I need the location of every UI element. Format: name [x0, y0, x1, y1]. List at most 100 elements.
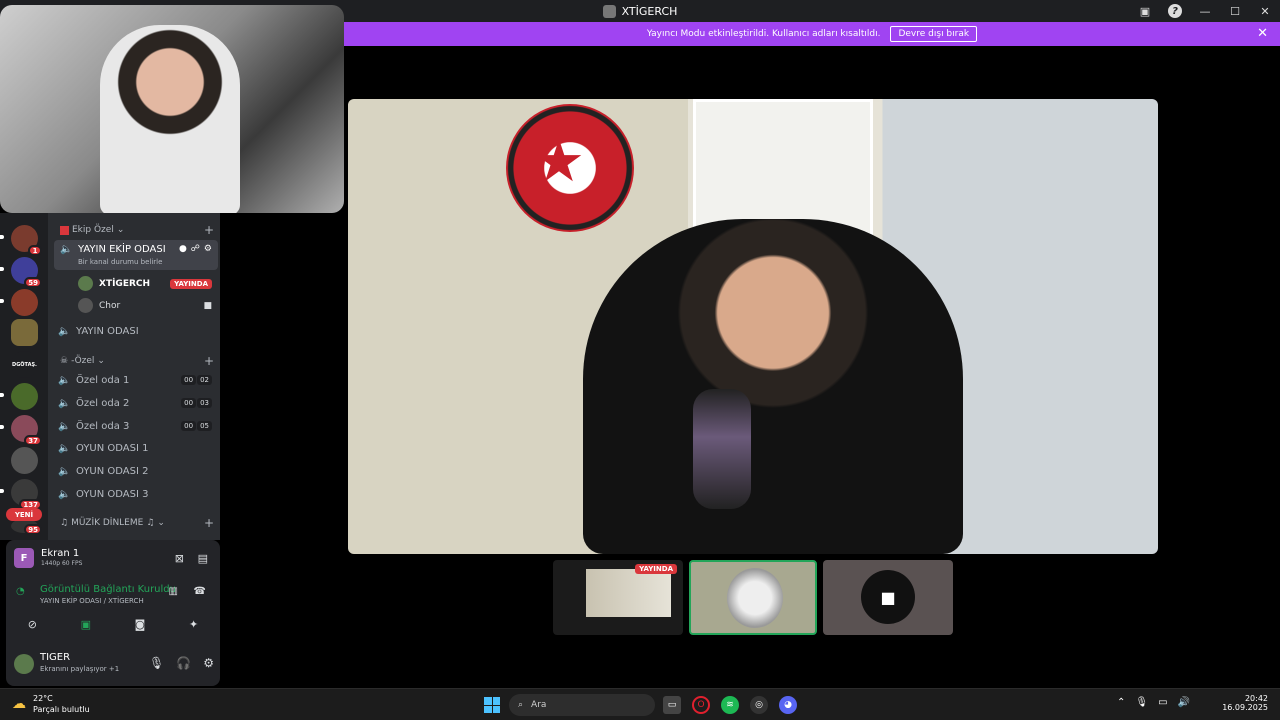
server-icon[interactable] [11, 289, 38, 316]
microphone-icon[interactable]: 🎙 [149, 656, 164, 670]
voice-status-panel: F Ekran 1 1440p 60 FPS ⊠ ▤ ◔ Görüntülü B… [6, 540, 220, 686]
server-icon[interactable]: DGÖTAŞ. [11, 351, 38, 378]
unread-pip [0, 299, 4, 303]
minimize-icon[interactable]: — [1190, 0, 1220, 22]
participant-thumbnail[interactable]: ■ [823, 560, 953, 635]
webcam-overlay [0, 5, 344, 213]
start-button[interactable] [484, 697, 500, 713]
participant-thumbnail[interactable] [689, 560, 817, 635]
partly-cloudy-icon: ☁ [12, 696, 26, 712]
help-button[interactable]: ? [1160, 0, 1190, 22]
search-placeholder: Ara [531, 700, 547, 710]
camera-icon: ■ [203, 300, 212, 311]
channel-name: Özel oda 1 [76, 374, 130, 386]
display-icon[interactable]: ▭ [1158, 697, 1167, 708]
server-icon[interactable] [11, 319, 38, 346]
unread-pip [0, 393, 4, 397]
category-header[interactable]: ☠ -Özel ⌄ + [60, 354, 214, 368]
spotify-icon[interactable]: ≋ [721, 696, 739, 714]
taskbar-search[interactable]: ⌕ Ara [509, 694, 655, 716]
screen-quality: 1440p 60 FPS [41, 560, 83, 567]
steam-icon[interactable]: ◎ [750, 696, 768, 714]
voice-channel[interactable]: 🔈 OYUN ODASI 1 [58, 438, 218, 458]
disable-streamer-mode-button[interactable]: Devre dışı bırak [890, 26, 978, 42]
stream-thumbnail[interactable]: YAYINDA [553, 560, 683, 635]
new-badge[interactable]: YENİ [6, 508, 42, 521]
unread-pip [0, 489, 4, 493]
voice-channel[interactable]: 🔈 Özel oda 1 00 02 [58, 370, 218, 390]
speaker-icon: 🔈 [58, 325, 71, 337]
server-rail: 1 59 DGÖTAŞ. 37 137 95 [0, 213, 48, 540]
category-header[interactable]: Ekip Özel ⌄ + [60, 223, 214, 237]
webcam-person [100, 25, 240, 213]
activity-icon[interactable]: ◙ [135, 618, 146, 631]
opera-icon[interactable]: O [692, 696, 710, 714]
channel-status[interactable]: Bir kanal durumu belirle [78, 258, 162, 266]
volume-icon[interactable]: 🔊 [1178, 697, 1190, 708]
disconnect-icon[interactable]: ☎ [194, 586, 206, 597]
invite-icon[interactable]: ☍ [191, 244, 200, 254]
mention-badge: 59 [24, 277, 42, 288]
channel-list: Ekip Özel ⌄ + 🔈 YAYIN EKİP ODASI Bir kan… [48, 213, 220, 540]
category-header[interactable]: ♫ MÜZİK DİNLEME ♫ ⌄ + [60, 516, 214, 530]
mention-badge: 1 [28, 245, 42, 256]
microphone-icon[interactable]: 🎙 [1135, 697, 1148, 708]
server-icon[interactable] [11, 447, 38, 474]
stream-settings-icon[interactable]: ▤ [198, 552, 208, 565]
tiger-avatar [727, 568, 783, 628]
user-avatar[interactable] [14, 654, 34, 674]
server-icon[interactable]: 1 [11, 225, 42, 256]
server-icon[interactable]: 95 [11, 519, 42, 535]
user-limit: 03 [197, 398, 212, 408]
headphones-icon[interactable]: 🎧 [176, 656, 191, 670]
voice-channel[interactable]: 🔈 OYUN ODASI 2 [58, 461, 218, 481]
discord-icon[interactable]: ◕ [779, 696, 797, 714]
task-view-icon[interactable]: ▭ [663, 696, 681, 714]
camera-off-icon[interactable]: ⊘ [28, 618, 37, 631]
voice-user[interactable]: Chor ■ [78, 298, 212, 313]
voice-channel[interactable]: 🔈 Özel oda 3 00 05 [58, 416, 218, 436]
close-banner-icon[interactable]: ✕ [1257, 26, 1268, 41]
user-panel: TIGER Ekranını paylaşıyor +1 🎙 🎧 ⚙ [14, 652, 214, 678]
connection-text[interactable]: Görüntülü Bağlantı Kuruldu [40, 584, 176, 595]
mention-badge: 37 [24, 435, 42, 446]
voice-channel[interactable]: 🔈 OYUN ODASI 3 [58, 484, 218, 504]
gear-icon[interactable]: ⚙ [203, 656, 214, 670]
add-channel-icon[interactable]: + [204, 223, 214, 237]
server-icon[interactable]: 137 [11, 479, 42, 510]
chevron-up-icon[interactable]: ⌃ [1117, 697, 1125, 708]
stop-stream-icon[interactable]: ⊠ [175, 552, 184, 565]
server-icon[interactable] [11, 383, 38, 410]
active-voice-channel[interactable]: 🔈 YAYIN EKİP ODASI Bir kanal durumu beli… [54, 240, 218, 270]
noise-suppression-icon[interactable]: ▥ [169, 586, 178, 597]
gear-icon[interactable]: ⚙ [204, 244, 212, 254]
speaker-icon: 🔈 [58, 488, 71, 500]
signal-icon[interactable]: ◔ [16, 586, 25, 597]
category-name: Ekip Özel [72, 225, 114, 235]
thumbnail-preview [586, 569, 671, 617]
speaker-icon: 🔈 [58, 420, 71, 432]
server-icon[interactable]: 37 [11, 415, 42, 446]
user-name: TIGER [40, 652, 71, 663]
banner-text: Yayıncı Modu etkinleştirildi. Kullanıcı … [646, 29, 881, 39]
chat-icon[interactable]: ● [179, 244, 187, 254]
video-person [583, 219, 963, 554]
add-channel-icon[interactable]: + [204, 354, 214, 368]
close-window-icon[interactable]: ✕ [1250, 0, 1280, 22]
voice-user[interactable]: XTİGERCH YAYINDA [78, 276, 212, 291]
stream-video[interactable]: ★ [348, 99, 1158, 554]
unread-pip [0, 425, 4, 429]
voice-channel[interactable]: 🔈 YAYIN ODASI [58, 321, 218, 341]
screen-share-icon[interactable]: ▣ [81, 618, 91, 631]
channel-name: Özel oda 3 [76, 420, 130, 432]
maximize-icon[interactable]: ☐ [1220, 0, 1250, 22]
voice-channel[interactable]: 🔈 Özel oda 2 00 03 [58, 393, 218, 413]
inbox-icon[interactable]: ▣ [1130, 0, 1160, 22]
video-microphone [693, 389, 751, 509]
server-icon[interactable]: 59 [11, 257, 42, 288]
streamer-mode-banner: Yayıncı Modu etkinleştirildi. Kullanıcı … [344, 22, 1280, 46]
add-channel-icon[interactable]: + [204, 516, 214, 530]
soundboard-icon[interactable]: ✦ [189, 618, 198, 631]
window-title: XTİGERCH [621, 4, 678, 18]
clock[interactable]: 20:42 16.09.2025 [1222, 694, 1268, 712]
